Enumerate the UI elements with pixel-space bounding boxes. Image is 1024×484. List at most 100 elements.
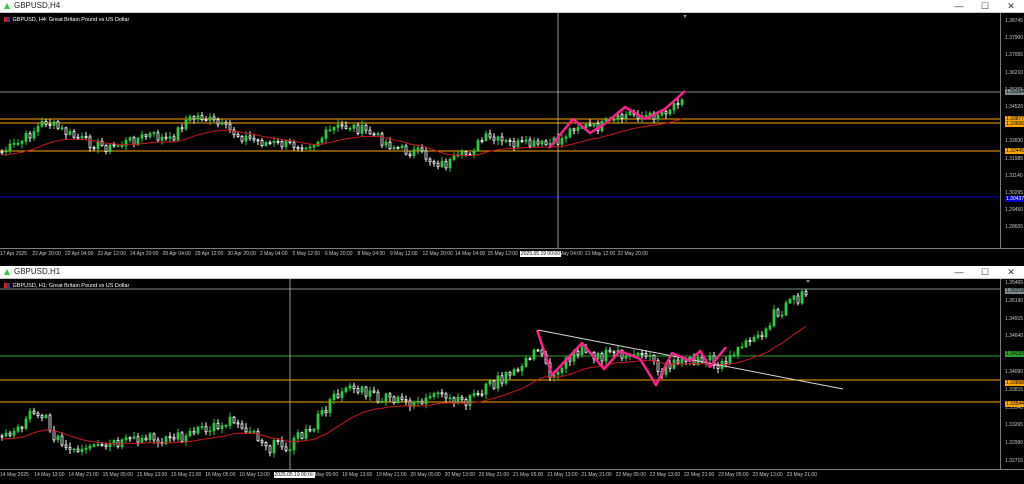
- time-axis-h4[interactable]: 17 Apr 2025 22 Apr 20:00 22 Apr 04:00 23 Ap…: [0, 248, 1024, 262]
- candle-body: [20, 426, 24, 429]
- price-chart-h1[interactable]: [0, 279, 1000, 469]
- candle-body: [484, 383, 488, 395]
- price-tick-label: 1.29450: [1005, 207, 1024, 214]
- maximize-button[interactable]: ☐: [972, 0, 998, 12]
- candle-body: [252, 137, 256, 141]
- chart-window-h4: GBPUSD,H4 — ☐ ✕ GBPUSD, H4: Great Britai…: [0, 0, 1024, 262]
- candle-body: [652, 354, 656, 362]
- candle-body: [372, 133, 376, 136]
- price-level-marker: 1.30437: [1005, 196, 1024, 202]
- time-tick-label: 17 Apr 2025: [0, 251, 27, 257]
- candle-body: [680, 358, 684, 364]
- candle-body: [348, 385, 352, 389]
- candle-body: [204, 119, 208, 121]
- time-tick-label: 20 May 21:00: [478, 472, 510, 478]
- time-tick-label: 8 May 04:00: [357, 251, 386, 257]
- candle-body: [204, 426, 208, 433]
- candle-body: [32, 410, 36, 414]
- close-button[interactable]: ✕: [998, 266, 1024, 278]
- candle-body: [268, 445, 272, 454]
- title-bar-h4[interactable]: GBPUSD,H4 — ☐ ✕: [0, 0, 1024, 13]
- candle-body: [28, 410, 32, 420]
- candle-body: [236, 422, 240, 425]
- candle-body: [532, 140, 536, 147]
- time-axis-h1[interactable]: 14 May 2025 14 May 13:00 14 May 21:00 15 Ma…: [0, 469, 1024, 484]
- candle-body: [188, 430, 192, 437]
- candle-body: [500, 375, 504, 384]
- candle-body: [360, 124, 364, 134]
- price-chart-h4[interactable]: [0, 13, 1000, 248]
- candle-body: [336, 393, 340, 398]
- time-tick-label: 23 May 21:00: [786, 472, 817, 478]
- candle-body: [324, 129, 328, 139]
- candle-body: [576, 350, 580, 356]
- candle-body: [28, 133, 32, 139]
- close-button[interactable]: ✕: [998, 0, 1024, 12]
- candle-body: [316, 413, 320, 430]
- candle-body: [340, 391, 344, 398]
- candle-body: [460, 396, 464, 400]
- candle-body: [560, 367, 564, 373]
- chart-plot-area-h4[interactable]: GBPUSD, H4: Great Britain Pound vs US Do…: [0, 13, 1000, 248]
- time-tick-label: 21 May 12:00: [585, 251, 616, 257]
- candle-body: [380, 133, 384, 146]
- candle-body: [448, 158, 452, 169]
- candle-body: [36, 125, 40, 132]
- candle-body: [428, 158, 432, 163]
- minimize-button[interactable]: —: [946, 0, 972, 12]
- candle-body: [272, 140, 276, 144]
- time-tick-label: 15 May 21:00: [171, 472, 202, 478]
- candle-body: [344, 387, 348, 393]
- candle-body: [104, 444, 108, 448]
- candle-body: [92, 444, 96, 447]
- price-axis-h4[interactable]: 1.387451.379001.370551.362101.353651.345…: [1000, 13, 1024, 248]
- candle-body: [80, 136, 84, 139]
- candle-body: [296, 432, 300, 439]
- candle-body: [540, 140, 544, 145]
- minimize-button[interactable]: —: [946, 266, 972, 278]
- candle-body: [508, 372, 512, 376]
- price-tick-label: 1.34520: [1005, 104, 1024, 110]
- candle-body: [380, 400, 384, 403]
- time-tick-label: 14 May 04:00: [455, 251, 486, 257]
- time-tick-label: 22 Apr 20:00: [32, 251, 61, 257]
- candle-body: [44, 414, 48, 419]
- candle-body: [792, 295, 796, 300]
- candle-body: [492, 380, 496, 389]
- candle-body: [444, 160, 448, 169]
- price-tick-label: 1.38745: [1005, 18, 1024, 24]
- candle-body: [396, 147, 400, 149]
- candle-body: [128, 137, 132, 141]
- candle-body: [92, 146, 96, 150]
- price-axis-h1[interactable]: 1.354651.351901.349151.346401.343651.340…: [1000, 279, 1024, 469]
- time-tick-label: 21 May 13:00: [547, 472, 578, 478]
- candle-body: [384, 393, 388, 402]
- candle-body: [268, 142, 272, 144]
- candle-body: [144, 134, 148, 138]
- candle-body: [140, 134, 144, 139]
- candle-body: [172, 437, 176, 440]
- candle-body: [420, 400, 424, 405]
- symbol-flag-icon: [4, 17, 10, 23]
- candle-body: [768, 325, 772, 330]
- candle-body: [608, 349, 612, 353]
- candle-body: [72, 448, 76, 451]
- candle-body: [276, 140, 280, 143]
- candle-body: [116, 145, 120, 148]
- candle-body: [376, 391, 380, 403]
- candle-body: [256, 430, 260, 442]
- candle-body: [620, 114, 624, 119]
- time-tick-label: 22 May 05:00: [615, 472, 646, 478]
- candle-body: [400, 145, 404, 149]
- maximize-button[interactable]: ☐: [972, 266, 998, 278]
- candle-body: [624, 114, 628, 119]
- candle-body: [40, 415, 44, 419]
- chart-plot-area-h1[interactable]: GBPUSD, H1: Great Britain Pound vs US Do…: [0, 279, 1000, 469]
- candle-body: [212, 422, 216, 432]
- price-tick-label: 1.35190: [1005, 297, 1024, 304]
- candle-body: [364, 124, 368, 131]
- candle-body: [84, 136, 88, 138]
- candle-body: [368, 390, 372, 397]
- candle-body: [500, 136, 504, 142]
- title-bar-h1[interactable]: GBPUSD,H1 — ☐ ✕: [0, 266, 1024, 279]
